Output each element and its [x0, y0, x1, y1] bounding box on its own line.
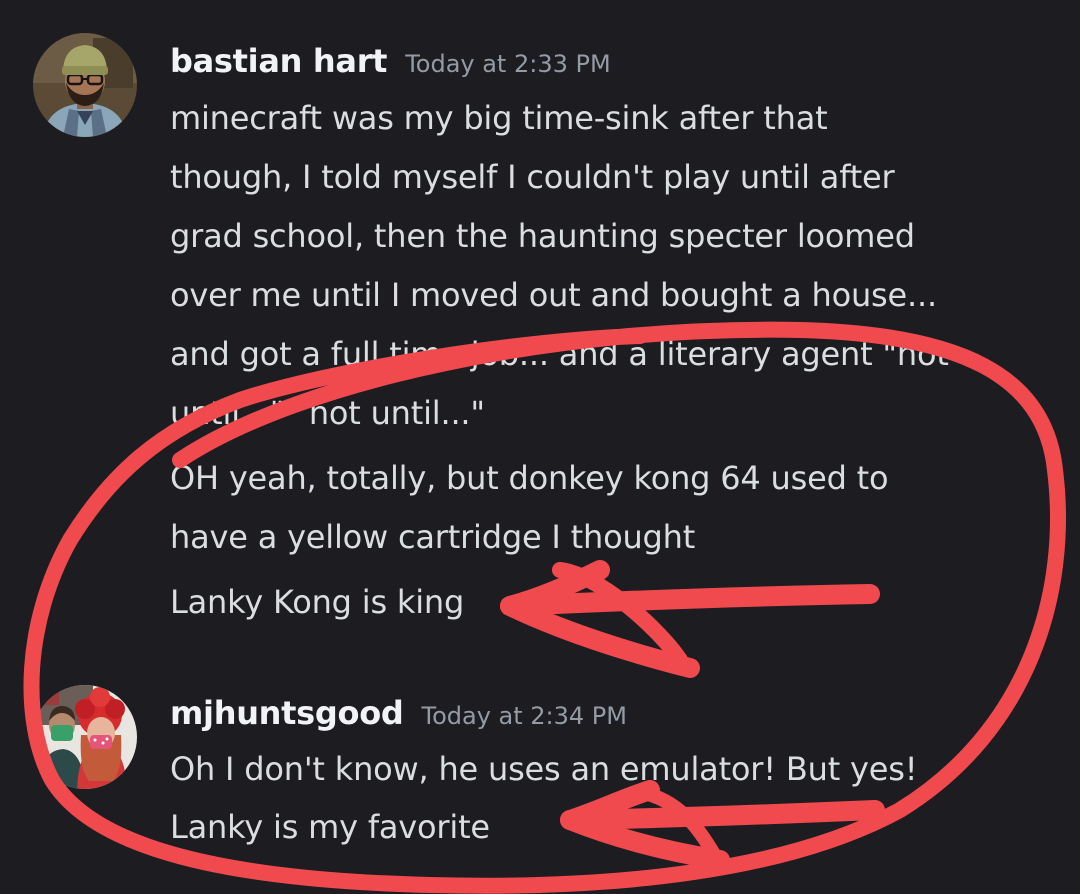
timestamp[interactable]: Today at 2:34 PM: [421, 702, 627, 730]
timestamp[interactable]: Today at 2:33 PM: [405, 50, 611, 78]
message-line: until..." "not until...": [170, 394, 485, 432]
message-line: Oh I don't know, he uses an emulator! Bu…: [170, 750, 918, 788]
message-header: bastian hart Today at 2:33 PM: [170, 42, 611, 80]
message-line: OH yeah, totally, but donkey kong 64 use…: [170, 459, 889, 497]
user-avatar-mjhuntsgood[interactable]: [33, 685, 137, 789]
message-line: though, I told myself I couldn't play un…: [170, 158, 895, 196]
message-line: Lanky is my favorite: [170, 808, 490, 846]
message-line: over me until I moved out and bought a h…: [170, 276, 937, 314]
message-line: have a yellow cartridge I thought: [170, 518, 696, 556]
chat-log: bastian hart Today at 2:33 PM minecraft w…: [0, 0, 1080, 894]
username[interactable]: mjhuntsgood: [170, 694, 404, 732]
message-line: minecraft was my big time-sink after tha…: [170, 99, 828, 137]
message-line: grad school, then the haunting specter l…: [170, 217, 915, 255]
message-line: and got a full time job... and a literar…: [170, 335, 949, 373]
username[interactable]: bastian hart: [170, 42, 387, 80]
avatar-couple-icon: [33, 685, 137, 789]
message-header: mjhuntsgood Today at 2:34 PM: [170, 694, 627, 732]
user-avatar-bastian[interactable]: [33, 33, 137, 137]
message-line: Lanky Kong is king: [170, 583, 465, 621]
avatar-man-icon: [33, 33, 137, 137]
